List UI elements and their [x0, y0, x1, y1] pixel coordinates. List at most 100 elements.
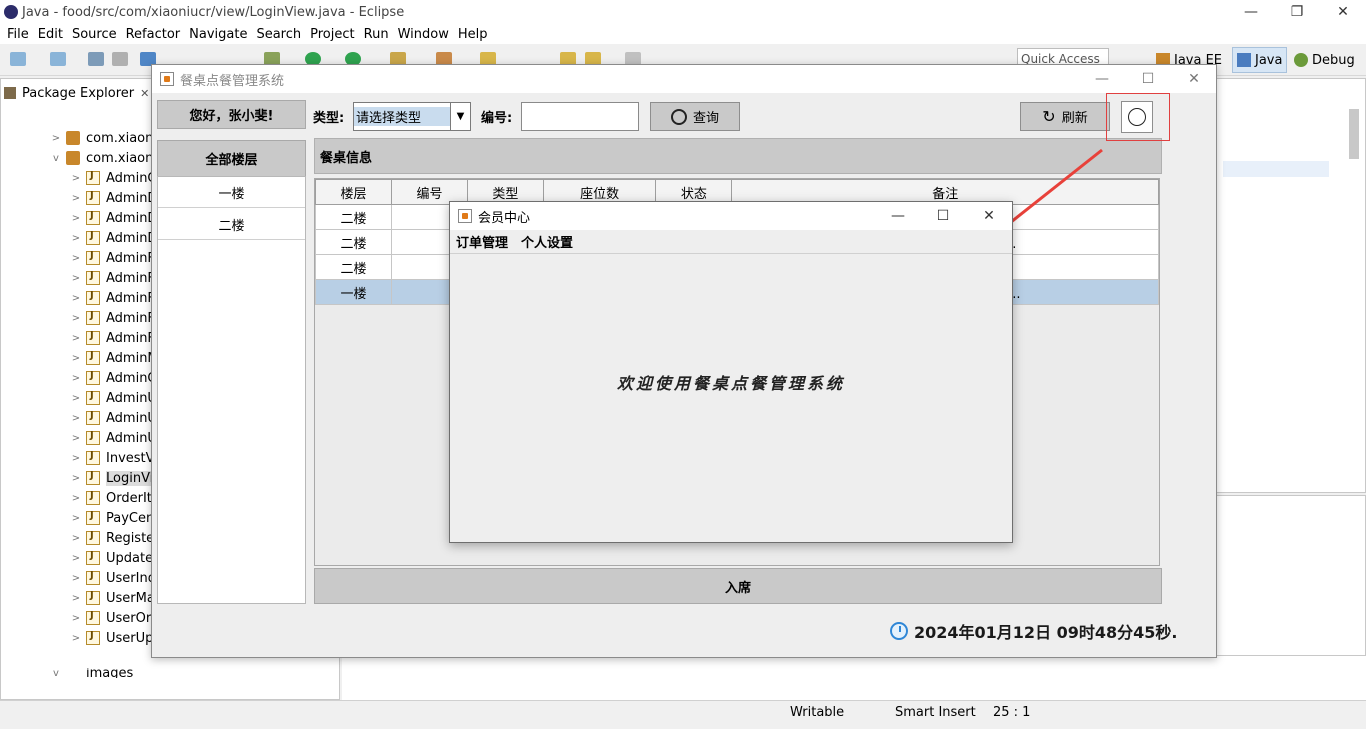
- expand-arrow-icon[interactable]: >: [70, 173, 82, 184]
- tree-file-item[interactable]: > Registe: [70, 528, 154, 548]
- expand-arrow-icon[interactable]: >: [70, 553, 82, 564]
- tree-file-item[interactable]: >PayCent: [70, 508, 160, 528]
- tree-file-item[interactable]: >InvestVi: [70, 448, 158, 468]
- tree-file-item[interactable]: >AdminFl: [70, 248, 159, 268]
- tree-file-item[interactable]: > AdminF: [70, 328, 155, 348]
- expand-arrow-icon[interactable]: >: [70, 453, 82, 464]
- menu-run[interactable]: Run: [364, 27, 389, 42]
- tree-file-item[interactable]: > AdminU: [70, 388, 157, 408]
- main-minimize-icon[interactable]: —: [1079, 67, 1125, 91]
- close-icon[interactable]: ✕: [1320, 0, 1366, 24]
- tree-file-item[interactable]: > AdminD: [70, 188, 158, 208]
- java-file-icon: [86, 590, 100, 605]
- menu-search[interactable]: Search: [256, 27, 301, 42]
- menu-edit[interactable]: Edit: [38, 27, 63, 42]
- col-floor[interactable]: 楼层: [315, 179, 392, 205]
- tree-file-item[interactable]: > AdminO: [70, 368, 158, 388]
- seat-button[interactable]: 入席: [314, 568, 1162, 604]
- tree-file-item[interactable]: >AdminM: [70, 348, 159, 368]
- new-type-icon[interactable]: [50, 52, 66, 66]
- tree-file-item[interactable]: > AdminF: [70, 308, 155, 328]
- expand-arrow-icon[interactable]: >: [70, 533, 82, 544]
- main-maximize-icon[interactable]: ☐: [1125, 67, 1171, 91]
- java-file-icon: [86, 570, 100, 585]
- tree-file-item[interactable]: > UserMa: [70, 588, 155, 608]
- expand-arrow-icon[interactable]: >: [70, 433, 82, 444]
- close-tab-icon[interactable]: ✕: [140, 87, 149, 100]
- eclipse-title-bar: Java - food/src/com/xiaoniucr/view/Login…: [0, 0, 1366, 24]
- menu-help[interactable]: Help: [458, 27, 488, 42]
- floor-item-2[interactable]: 二楼: [158, 209, 305, 240]
- menu-personal-settings[interactable]: 个人设置: [521, 232, 573, 251]
- search-button[interactable]: 查询: [650, 102, 740, 131]
- expand-arrow-icon[interactable]: >: [70, 333, 82, 344]
- save-all-icon[interactable]: [112, 52, 128, 66]
- dialog-maximize-icon[interactable]: ☐: [920, 204, 966, 228]
- minimize-icon[interactable]: —: [1228, 0, 1274, 24]
- status-insert-mode: Smart Insert: [895, 705, 976, 720]
- menu-file[interactable]: File: [7, 27, 29, 42]
- tree-folder-images[interactable]: v images: [50, 668, 133, 678]
- tree-package[interactable]: > com.xiaoni: [50, 128, 157, 148]
- menu-window[interactable]: Window: [398, 27, 449, 42]
- expand-arrow-icon[interactable]: >: [70, 353, 82, 364]
- expand-arrow-icon[interactable]: >: [70, 573, 82, 584]
- tree-file-item[interactable]: > LoginVi: [70, 468, 154, 488]
- expand-arrow-icon[interactable]: >: [70, 613, 82, 624]
- expand-arrow-icon[interactable]: >: [70, 393, 82, 404]
- tree-file-item[interactable]: > UserOr: [70, 608, 151, 628]
- dialog-minimize-icon[interactable]: —: [875, 204, 921, 228]
- menu-navigate[interactable]: Navigate: [189, 27, 247, 42]
- expand-arrow-icon[interactable]: >: [70, 413, 82, 424]
- expand-arrow-icon[interactable]: >: [70, 253, 82, 264]
- tree-file-label: AdminD: [106, 190, 158, 206]
- chevron-down-icon[interactable]: ▼: [450, 103, 470, 130]
- new-icon[interactable]: [10, 52, 26, 66]
- tree-file-item[interactable]: > UserInd: [70, 568, 156, 588]
- tree-file-item[interactable]: >OrderIte: [70, 488, 160, 508]
- type-select[interactable]: 请选择类型 ▼: [353, 102, 471, 131]
- editor-bottom-strip: [342, 655, 1366, 700]
- expand-arrow-icon[interactable]: >: [70, 633, 82, 644]
- expand-arrow-icon[interactable]: >: [70, 213, 82, 224]
- floor-item-1[interactable]: 一楼: [158, 177, 305, 208]
- tree-file-item[interactable]: > AdminC: [70, 168, 157, 188]
- tree-file-item[interactable]: > AdminU: [70, 428, 157, 448]
- menu-project[interactable]: Project: [310, 27, 354, 42]
- tree-file-item[interactable]: > AdminD: [70, 208, 158, 228]
- maximize-icon[interactable]: ❐: [1274, 0, 1320, 24]
- expand-arrow-icon[interactable]: >: [70, 493, 82, 504]
- outline-scrollbar[interactable]: [1349, 109, 1359, 159]
- package-explorer-tab[interactable]: Package Explorer ✕: [4, 80, 149, 106]
- tree-file-item[interactable]: > AdminU: [70, 408, 157, 428]
- refresh-button[interactable]: ↻ 刷新: [1020, 102, 1110, 131]
- expand-arrow-icon[interactable]: >: [70, 313, 82, 324]
- tree-file-label: UserInd: [106, 570, 156, 586]
- dialog-close-icon[interactable]: ✕: [966, 204, 1012, 228]
- expand-arrow-icon[interactable]: >: [70, 473, 82, 484]
- perspective-java[interactable]: Java: [1232, 47, 1288, 73]
- tree-file-item[interactable]: >AdminFl: [70, 268, 159, 288]
- all-floors-header[interactable]: 全部楼层: [157, 140, 306, 177]
- expand-arrow-icon[interactable]: >: [70, 233, 82, 244]
- tree-file-item[interactable]: > AdminD: [70, 228, 158, 248]
- tree-file-item[interactable]: >AdminFl: [70, 288, 159, 308]
- menu-source[interactable]: Source: [72, 27, 117, 42]
- expand-arrow-icon[interactable]: >: [70, 513, 82, 524]
- status-writable: Writable: [790, 705, 845, 720]
- main-close-icon[interactable]: ✕: [1171, 67, 1217, 91]
- expand-arrow-icon[interactable]: >: [70, 593, 82, 604]
- refresh-icon: ↻: [1042, 107, 1056, 126]
- number-input[interactable]: [521, 102, 639, 131]
- save-icon[interactable]: [88, 52, 104, 66]
- expand-arrow-icon[interactable]: >: [70, 293, 82, 304]
- java-file-icon: [86, 630, 100, 645]
- menu-order-management[interactable]: 订单管理: [456, 232, 508, 251]
- expand-arrow-icon[interactable]: >: [70, 193, 82, 204]
- tree-package[interactable]: v com.xiaoni: [50, 148, 157, 168]
- perspective-debug[interactable]: Debug: [1290, 47, 1359, 73]
- expand-arrow-icon[interactable]: >: [70, 373, 82, 384]
- expand-arrow-icon[interactable]: >: [70, 273, 82, 284]
- menu-refactor[interactable]: Refactor: [126, 27, 181, 42]
- tree-file-item[interactable]: > Update: [70, 548, 153, 568]
